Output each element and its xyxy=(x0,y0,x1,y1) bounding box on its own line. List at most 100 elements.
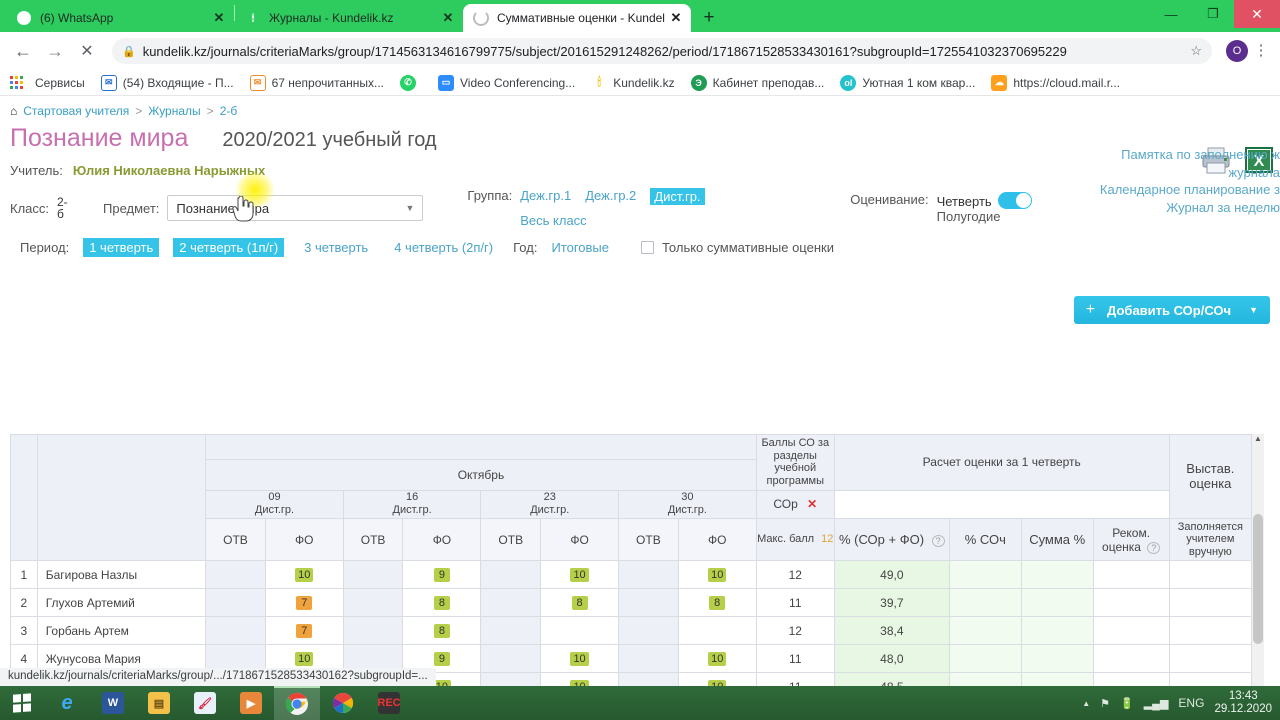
student-name[interactable]: Горбань Артем xyxy=(36,616,207,646)
table-row[interactable]: 1 Багирова Назлы 10 9 10 10 12 49,0 xyxy=(10,560,1253,590)
cell-final-grade[interactable] xyxy=(1168,672,1253,686)
grade-chip[interactable]: 10 xyxy=(708,568,727,583)
language-indicator[interactable]: ENG xyxy=(1178,696,1204,710)
browser-tab-whatsapp[interactable]: ✆ (6) WhatsApp ✕ xyxy=(6,4,234,32)
question-mark-icon[interactable]: ? xyxy=(1147,541,1161,554)
taskbar-chrome-icon[interactable] xyxy=(274,686,320,720)
cell-fo-3[interactable]: 10 xyxy=(540,644,620,674)
cell-otv-4[interactable] xyxy=(618,588,679,618)
cell-sor-score[interactable]: 12 xyxy=(755,616,835,646)
cell-fo-4[interactable]: 10 xyxy=(677,644,757,674)
cell-otv-3[interactable] xyxy=(480,672,542,686)
cell-fo-4[interactable]: 10 xyxy=(677,560,757,590)
flag-icon[interactable]: ⚑ xyxy=(1100,697,1110,710)
period-tab-q4[interactable]: 4 четверть (2п/г) xyxy=(388,238,499,257)
back-arrow-icon[interactable]: ← xyxy=(10,38,36,64)
lesson-date-16[interactable]: 16 Дист.гр. xyxy=(342,489,482,519)
grade-chip[interactable]: 7 xyxy=(296,624,313,639)
bookmark-video-conferencing[interactable]: ▭ Video Conferencing... xyxy=(438,74,575,91)
bookmark-apartment[interactable]: ol Уютная 1 ком квар... xyxy=(840,74,975,91)
cell-fo-2[interactable]: 8 xyxy=(402,616,482,646)
cell-sor-score[interactable]: 11 xyxy=(755,588,835,618)
browser-tab-summative-active[interactable]: Суммативные оценки - Kundeli ✕ xyxy=(463,4,691,32)
cell-otv-2[interactable] xyxy=(342,616,404,646)
cell-sor-score[interactable]: 12 xyxy=(755,560,835,590)
cell-fo-2[interactable]: 9 xyxy=(402,560,482,590)
taskbar-word-icon[interactable]: W xyxy=(90,686,136,720)
windows-start-icon[interactable] xyxy=(0,686,44,720)
cell-otv-3[interactable] xyxy=(480,560,542,590)
link-journal-memo-2[interactable]: журнала xyxy=(980,164,1280,182)
group-option-duty2[interactable]: Деж.гр.2 xyxy=(585,188,636,205)
lesson-date-09[interactable]: 09 Дист.гр. xyxy=(205,489,344,519)
taskbar-media-player-icon[interactable]: ▶ xyxy=(228,686,274,720)
close-icon[interactable]: ✕ xyxy=(669,10,683,26)
grade-chip[interactable]: 8 xyxy=(433,624,450,639)
cell-otv-2[interactable] xyxy=(342,588,404,618)
browser-tab-journals[interactable]: 🕯 Журналы - Kundelik.kz ✕ xyxy=(235,4,463,32)
signal-icon[interactable]: ▂▄▆ xyxy=(1144,697,1169,710)
chevron-down-icon[interactable]: ▼ xyxy=(1249,305,1258,315)
cell-otv-4[interactable] xyxy=(618,616,679,646)
grade-chip[interactable]: 8 xyxy=(709,596,726,611)
bookmark-teacher-cabinet[interactable]: Э Кабинет преподав... xyxy=(690,74,824,91)
summative-only-checkbox[interactable] xyxy=(641,241,654,254)
lesson-date-23[interactable]: 23 Дист.гр. xyxy=(480,489,620,519)
cell-otv-1[interactable] xyxy=(205,616,266,646)
address-bar[interactable]: 🔒 kundelik.kz/journals/criteriaMarks/gro… xyxy=(112,38,1212,64)
cell-final-grade[interactable] xyxy=(1168,588,1253,618)
grade-chip[interactable]: 10 xyxy=(295,652,314,667)
cell-otv-1[interactable] xyxy=(205,560,266,590)
bookmark-cloud-mail[interactable]: ☁ https://cloud.mail.r... xyxy=(991,74,1120,91)
bookmark-kundelik[interactable]: 🕯 Kundelik.kz xyxy=(591,75,675,91)
chrome-menu-icon[interactable]: ⋮ xyxy=(1252,43,1270,58)
bookmark-whatsapp[interactable]: ✆ xyxy=(400,74,422,91)
new-tab-button[interactable]: + xyxy=(695,4,723,32)
cell-fo-4[interactable] xyxy=(677,616,757,646)
minimize-button[interactable]: — xyxy=(1150,0,1192,28)
grade-chip[interactable]: 8 xyxy=(433,596,450,611)
period-tab-q2[interactable]: 2 четверть (1п/г) xyxy=(173,238,285,257)
cell-fo-1[interactable]: 10 xyxy=(264,560,344,590)
grade-chip[interactable]: 8 xyxy=(571,596,588,611)
summative-only-filter[interactable]: Только суммативные оценки xyxy=(641,240,834,255)
taskbar-paint-icon[interactable]: 🖌 xyxy=(182,686,228,720)
cell-final-grade[interactable] xyxy=(1168,644,1253,674)
cell-otv-3[interactable] xyxy=(480,588,542,618)
breadcrumb-item-home[interactable]: Стартовая учителя xyxy=(23,104,129,118)
cell-final-grade[interactable] xyxy=(1168,616,1253,646)
period-tab-q3[interactable]: 3 четверть xyxy=(298,238,374,257)
grade-chip[interactable]: 10 xyxy=(708,652,727,667)
cell-final-grade[interactable] xyxy=(1168,560,1253,590)
subject-select[interactable]: Познание мира ▼ xyxy=(167,195,424,221)
cell-fo-3[interactable]: 10 xyxy=(540,560,620,590)
cell-otv-4[interactable] xyxy=(618,644,679,674)
maximize-button[interactable]: ❐ xyxy=(1192,0,1234,28)
table-row[interactable]: 2 Глухов Артемий 7 8 8 8 11 39,7 xyxy=(10,588,1253,618)
apps-grid-icon[interactable] xyxy=(10,76,23,89)
cell-otv-4[interactable] xyxy=(618,672,679,686)
bookmark-services[interactable]: Сервисы xyxy=(35,76,85,90)
forward-arrow-icon[interactable]: → xyxy=(42,38,68,64)
cell-otv-3[interactable] xyxy=(480,644,542,674)
cell-fo-3[interactable] xyxy=(540,616,620,646)
taskbar-color-wheel-icon[interactable] xyxy=(320,686,366,720)
question-mark-icon[interactable]: ? xyxy=(931,535,945,548)
link-calendar-planning[interactable]: Календарное планирование з xyxy=(980,181,1280,199)
grade-chip[interactable]: 10 xyxy=(295,568,314,583)
add-sor-soch-button[interactable]: + Добавить СОр/СОч ▼ xyxy=(1073,296,1270,324)
table-row[interactable]: 3 Горбань Артем 7 8 12 38,4 xyxy=(10,616,1253,646)
taskbar-internet-explorer-icon[interactable]: e xyxy=(44,686,90,720)
bookmark-inbox[interactable]: ✉ (54) Входящие - П... xyxy=(100,74,234,91)
grade-chip[interactable]: 9 xyxy=(433,568,450,583)
stop-loading-icon[interactable]: ✕ xyxy=(74,38,100,64)
cell-fo-3[interactable]: 8 xyxy=(540,588,620,618)
close-icon[interactable]: ✕ xyxy=(212,10,226,26)
taskbar-file-explorer-icon[interactable]: ▤ xyxy=(136,686,182,720)
bookmark-unread[interactable]: ✉ 67 непрочитанных... xyxy=(249,74,384,91)
cell-otv-3[interactable] xyxy=(480,616,542,646)
student-name[interactable]: Глухов Артемий xyxy=(36,588,207,618)
avatar[interactable]: O xyxy=(1226,40,1248,62)
cell-fo-4[interactable]: 10 xyxy=(677,672,757,686)
taskbar-screen-recorder-icon[interactable]: REC xyxy=(366,686,412,720)
